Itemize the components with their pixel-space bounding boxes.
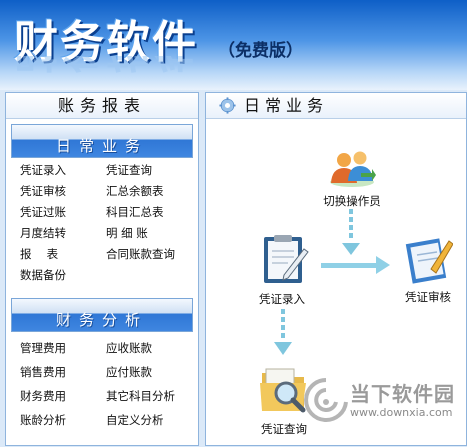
edition-label: （免费版） — [218, 41, 303, 61]
voucher-audit-node[interactable]: 凭证审核 — [392, 233, 464, 305]
app-title-reflection: 财务软件 — [14, 56, 198, 86]
section-header-analysis: 财务分析 — [11, 298, 193, 332]
menu-custom-analysis[interactable]: 自定义分析 — [106, 412, 196, 429]
downxia-logo-icon — [304, 378, 348, 422]
menu-voucher-entry[interactable]: 凭证录入 — [20, 162, 106, 179]
menu-voucher-posting[interactable]: 凭证过账 — [20, 204, 106, 221]
arrow-right-to-audit — [321, 256, 390, 274]
menu-other-subject-analysis[interactable]: 其它科目分析 — [106, 388, 196, 405]
voucher-entry-node[interactable]: 凭证录入 — [246, 233, 318, 307]
menu-contract-query[interactable]: 合同账款查询 — [106, 246, 196, 263]
voucher-audit-label: 凭证审核 — [405, 290, 451, 304]
menu-aging-analysis[interactable]: 账龄分析 — [20, 412, 106, 429]
watermark-brand: 当下软件园 — [350, 382, 455, 406]
menu-admin-expenses[interactable]: 管理费用 — [20, 340, 106, 357]
users-icon — [330, 151, 376, 187]
menu-sales-expenses[interactable]: 销售费用 — [20, 364, 106, 381]
menu-data-backup[interactable]: 数据备份 — [20, 267, 106, 284]
menu-ledger-detail[interactable]: 明 细 账 — [106, 225, 196, 242]
section-title-daily: 日常业务 — [55, 137, 148, 155]
clipboard-pen-icon — [264, 235, 309, 283]
menu-reports[interactable]: 报 表 — [20, 246, 106, 263]
reports-panel: 账务报表 日常业务 凭证录入 凭证查询 凭证审核 汇总余额表 凭证过账 科目汇总… — [5, 92, 199, 446]
section-header-daily: 日常业务 — [11, 124, 193, 158]
menu-finance-expenses[interactable]: 财务费用 — [20, 388, 106, 405]
menu-balance-summary[interactable]: 汇总余额表 — [106, 183, 196, 200]
site-watermark: 当下软件园 www.downxia.com — [296, 372, 466, 434]
switch-operator-node[interactable]: 切换操作员 — [310, 149, 394, 209]
daily-menu-grid: 凭证录入 凭证查询 凭证审核 汇总余额表 凭证过账 科目汇总表 月度结转 明 细… — [20, 162, 198, 284]
section-title-analysis: 财务分析 — [55, 311, 148, 329]
menu-subject-summary[interactable]: 科目汇总表 — [106, 204, 196, 221]
menu-voucher-audit[interactable]: 凭证审核 — [20, 183, 106, 200]
analysis-menu-grid: 管理费用 应收账款 销售费用 应付账款 财务费用 其它科目分析 账龄分析 自定义… — [20, 340, 198, 429]
voucher-entry-label: 凭证录入 — [259, 292, 305, 306]
menu-receivables[interactable]: 应收账款 — [106, 340, 196, 357]
reports-panel-title: 账务报表 — [6, 93, 198, 119]
app-banner: 财务软件 财务软件 （免费版） — [0, 0, 467, 90]
menu-voucher-query[interactable]: 凭证查询 — [106, 162, 196, 179]
switch-operator-label: 切换操作员 — [323, 194, 381, 208]
menu-payables[interactable]: 应付账款 — [106, 364, 196, 381]
menu-month-end-close[interactable]: 月度结转 — [20, 225, 106, 242]
arrow-down-from-operator — [342, 209, 360, 255]
watermark-url: www.downxia.com — [350, 406, 453, 419]
arrow-down-to-query — [274, 309, 292, 355]
document-stamp-icon — [405, 238, 454, 284]
